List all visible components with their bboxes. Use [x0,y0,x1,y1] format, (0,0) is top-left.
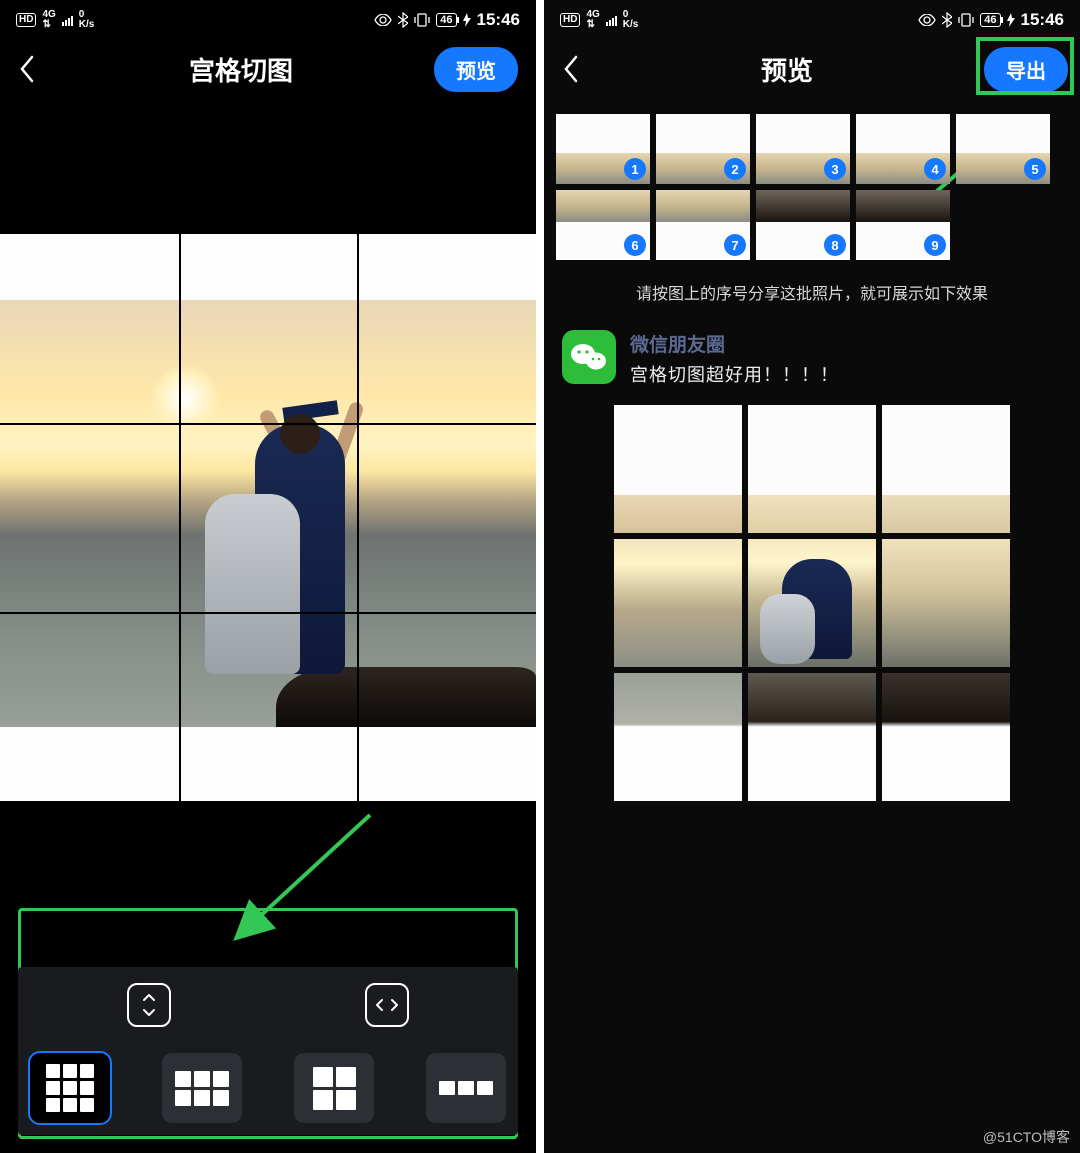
grid-3x2-option[interactable] [162,1053,242,1123]
export-button[interactable]: 导出 [984,47,1068,92]
adjust-vertical-button[interactable] [127,983,171,1027]
grid-cell [882,539,1010,667]
split-thumbnails: 1 2 3 4 5 6 7 8 9 [544,104,1080,266]
preview-button[interactable]: 预览 [434,47,518,92]
thumb-6[interactable]: 6 [556,190,650,260]
nav-bar: 宫格切图 预览 [0,34,536,104]
vibrate-icon [958,13,974,27]
thumb-1[interactable]: 1 [556,114,650,184]
eye-icon [918,14,936,26]
watermark-text: @51CTO博客 [983,1127,1070,1147]
nine-grid-preview [614,405,1010,801]
battery-icon: 46 [980,13,1000,27]
thumb-4[interactable]: 4 [856,114,950,184]
back-button[interactable] [18,54,48,84]
page-title: 宫格切图 [48,51,434,88]
grid-cell [882,405,1010,533]
vibrate-icon [414,13,430,27]
grid-toolbox [18,967,518,1135]
thumb-8[interactable]: 8 [756,190,850,260]
status-bar: HD 4G⇅ 0K/s 46 15:46 [0,0,536,34]
post-author: 微信朋友圈 [630,330,839,357]
right-screenshot: HD 4G⇅ 0K/s 46 15:46 预览 导出 [544,0,1080,1153]
grid-3x1-option[interactable] [426,1053,506,1123]
grid-cell [748,673,876,801]
status-bar: HD 4G⇅ 0K/s 46 15:46 [544,0,1080,34]
thumb-7[interactable]: 7 [656,190,750,260]
grid-cell [748,539,876,667]
hd-badge: HD [16,13,36,27]
adjust-horizontal-button[interactable] [365,983,409,1027]
thumb-2[interactable]: 2 [656,114,750,184]
annotation-arrow-down [230,810,390,950]
thumb-3[interactable]: 3 [756,114,850,184]
clock-text: 15:46 [477,10,520,30]
grid-cell [614,539,742,667]
page-title: 预览 [592,51,982,88]
thumb-9[interactable]: 9 [856,190,950,260]
left-screenshot: HD 4G⇅ 0K/s 46 15:46 宫格切图 预览 [0,0,536,1153]
hd-badge: HD [560,13,580,27]
grid-cell [614,673,742,801]
eye-icon [374,14,392,26]
signal-icon [62,14,73,26]
wechat-icon [562,330,616,384]
signal-icon [606,14,617,26]
grid-cell [748,405,876,533]
photo-preview [0,234,536,801]
charging-icon [1007,13,1015,27]
back-button[interactable] [562,54,592,84]
nav-bar: 预览 导出 [544,34,1080,104]
post-body: 宫格切图超好用！！！！ [630,361,839,387]
thumb-5[interactable]: 5 [956,114,1050,184]
battery-icon: 46 [436,13,456,27]
bluetooth-icon [398,12,408,28]
share-hint-text: 请按图上的序号分享这批照片，就可展示如下效果 [544,266,1080,330]
image-editor[interactable] [0,234,536,801]
grid-2x2-option[interactable] [294,1053,374,1123]
bluetooth-icon [942,12,952,28]
grid-cell [882,673,1010,801]
grid-cell [614,405,742,533]
grid-3x3-option[interactable] [30,1053,110,1123]
clock-text: 15:46 [1021,10,1064,30]
charging-icon [463,13,471,27]
wechat-moments-preview: 微信朋友圈 宫格切图超好用！！！！ [544,330,1080,387]
